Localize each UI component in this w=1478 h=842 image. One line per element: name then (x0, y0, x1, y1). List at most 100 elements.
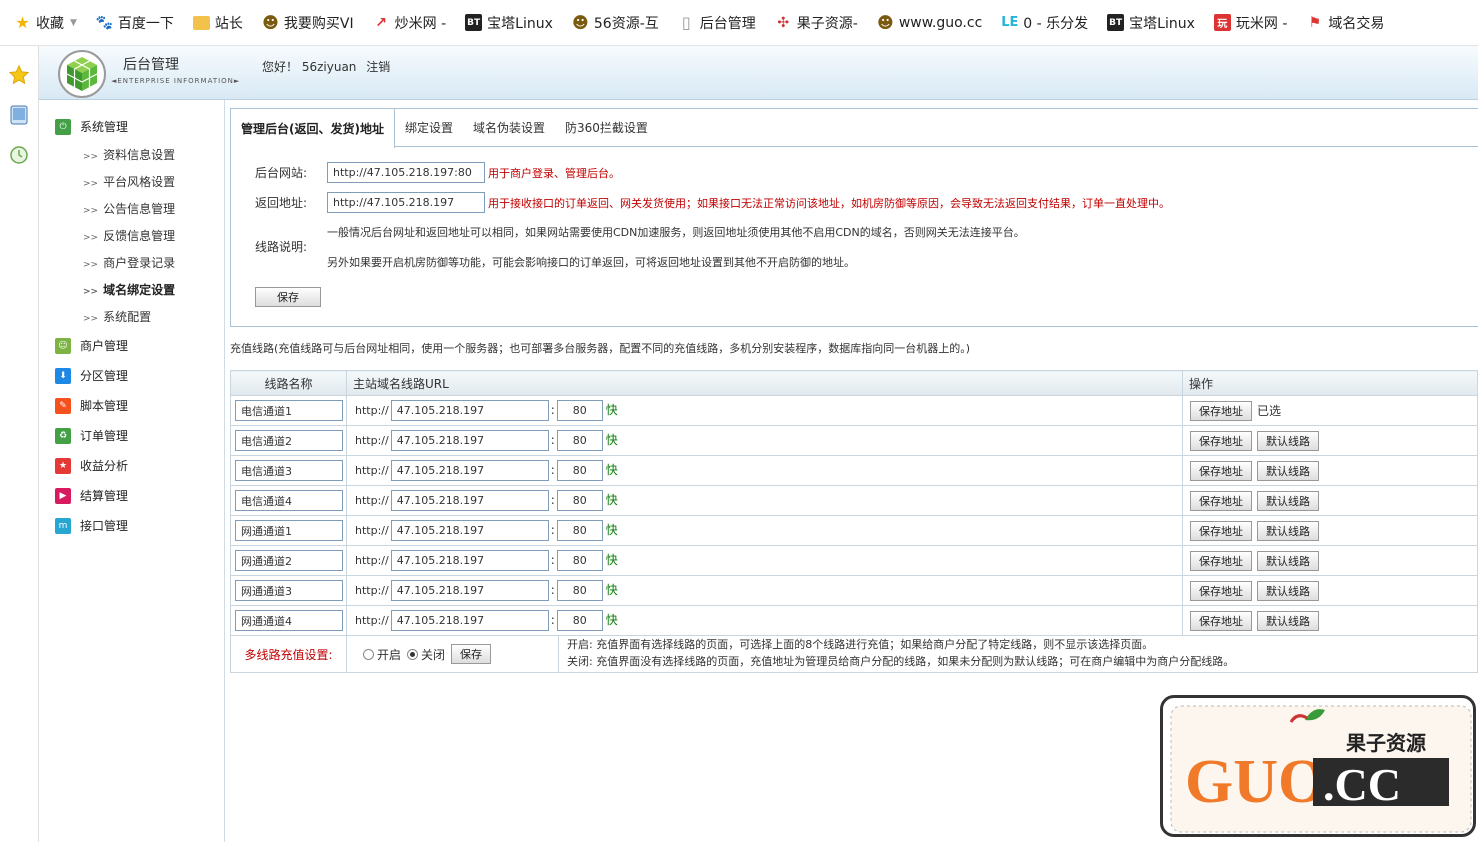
menu-group-item[interactable]: ⬇ 分区管理 (55, 367, 128, 384)
tab-binding[interactable]: 绑定设置 (395, 109, 463, 146)
line-note-2: 另外如果要开启机房防御等功能，可能会影响接口的订单返回，可将返回地址设置到其他不… (327, 256, 855, 269)
menu-group-icon: ✎ (55, 397, 71, 414)
line-name-input[interactable] (235, 460, 343, 481)
menu-group-item[interactable]: ✎ 脚本管理 (55, 397, 128, 414)
default-line-button[interactable]: 默认线路 (1257, 610, 1319, 631)
port-input[interactable] (556, 460, 603, 481)
menu-sub-item[interactable]: >> 平台风格设置 (83, 173, 175, 190)
bookmark-item[interactable]: ☻ 56资源-互 (572, 13, 659, 33)
port-input[interactable] (556, 580, 603, 601)
admin-site-input[interactable] (327, 162, 485, 183)
host-input[interactable] (390, 460, 549, 481)
wan-icon: 玩 (1213, 14, 1231, 31)
favorites-star-icon[interactable] (8, 64, 30, 86)
bookmark-item[interactable]: ⚑ 域名交易 (1306, 13, 1385, 33)
menu-sub-item[interactable]: >> 系统配置 (83, 308, 151, 325)
bookmark-item[interactable]: ↗ 炒米网 - (373, 13, 446, 33)
default-line-button[interactable]: 默认线路 (1257, 430, 1319, 451)
bookmark-item[interactable]: BT 宝塔Linux (1107, 13, 1195, 33)
menu-group-item[interactable]: ▶ 结算管理 (55, 487, 128, 504)
bookmark-item[interactable]: ★ 收藏 ▼ (14, 13, 77, 33)
line-url-cell: http://: 快 (346, 545, 1183, 576)
line-url-cell: http://: 快 (346, 455, 1183, 486)
admin-site-note: 用于商户登录、管理后台。 (488, 166, 620, 180)
bookmark-item[interactable]: ▯ 后台管理 (678, 13, 756, 33)
save-address-button[interactable]: 保存地址 (1190, 550, 1252, 571)
save-address-button[interactable]: 保存地址 (1190, 520, 1252, 541)
tab-anti-360[interactable]: 防360拦截设置 (555, 109, 658, 146)
bookmark-item[interactable]: ✣ 果子资源- (775, 13, 857, 33)
port-input[interactable] (556, 610, 603, 631)
menu-group-item[interactable]: ★ 收益分析 (55, 457, 128, 474)
line-name-input[interactable] (235, 610, 343, 631)
host-input[interactable] (390, 430, 549, 451)
face-icon: ☻ (876, 13, 894, 32)
speed-label: 快 (605, 523, 618, 537)
speed-label: 快 (605, 613, 618, 627)
bookmark-item[interactable]: 站长 (192, 13, 243, 33)
line-name-input[interactable] (235, 490, 343, 511)
save-address-button[interactable]: 保存地址 (1190, 400, 1252, 421)
multi-off-radio[interactable]: 关闭 (407, 646, 445, 663)
menu-group-item[interactable]: m 接口管理 (55, 517, 128, 534)
bookmarks-bar: ★ 收藏 ▼ 🐾 百度一下 站长 ☻ 我要购买VI ↗ 炒米网 - BT 宝塔Linux ☻ 56资源-互… (0, 0, 1478, 46)
default-line-button[interactable]: 默认线路 (1257, 520, 1319, 541)
tab-admin-address[interactable]: 管理后台(返回、发货)地址 (231, 109, 395, 148)
save-address-button[interactable]: 保存地址 (1190, 460, 1252, 481)
host-input[interactable] (390, 520, 549, 541)
menu-group-item[interactable]: ☺ 商户管理 (55, 337, 128, 354)
bookmark-item[interactable]: LE 0 - 乐分发 (1001, 13, 1088, 33)
menu-sub-label: 平台风格设置 (103, 175, 176, 189)
menu-sub-item[interactable]: >> 域名绑定设置 (83, 281, 175, 298)
default-line-button[interactable]: 默认线路 (1257, 580, 1319, 601)
menu-group-icon: ★ (55, 457, 71, 474)
bookmark-item[interactable]: 🐾 百度一下 (96, 13, 174, 33)
bookmark-item[interactable]: ☻ www.guo.cc (876, 13, 982, 32)
host-input[interactable] (390, 400, 549, 421)
default-line-button[interactable]: 默认线路 (1257, 490, 1319, 511)
port-input[interactable] (556, 400, 603, 421)
line-name-input[interactable] (235, 430, 343, 451)
save-address-button[interactable]: 保存地址 (1190, 580, 1252, 601)
table-row: http://: 快 保存地址默认线路 (230, 545, 1478, 576)
host-input[interactable] (390, 550, 549, 571)
menu-system[interactable]: ⏻ 系统管理 (55, 118, 128, 135)
tab-domain-disguise[interactable]: 域名伪装设置 (463, 109, 555, 146)
http-prefix: http:// (355, 404, 389, 417)
bookmark-item[interactable]: ☻ 我要购买VI (262, 13, 354, 33)
save-address-button[interactable]: 保存地址 (1190, 490, 1252, 511)
multi-save-button[interactable]: 保存 (451, 644, 492, 664)
host-input[interactable] (390, 610, 549, 631)
host-input[interactable] (390, 580, 549, 601)
menu-sub-item[interactable]: >> 反馈信息管理 (83, 227, 175, 244)
bookmark-item[interactable]: 玩玩米网 - (1213, 13, 1287, 33)
save-address-button[interactable]: 保存地址 (1190, 610, 1252, 631)
default-line-button[interactable]: 默认线路 (1257, 460, 1319, 481)
line-name-input[interactable] (235, 400, 343, 421)
default-line-button[interactable]: 默认线路 (1257, 550, 1319, 571)
line-name-input[interactable] (235, 550, 343, 571)
host-input[interactable] (390, 490, 549, 511)
le-icon: LE (1001, 15, 1019, 30)
menu-sub-item[interactable]: >> 资料信息设置 (83, 146, 175, 163)
logout-link[interactable]: 注销 (366, 60, 390, 74)
line-name-input[interactable] (235, 520, 343, 541)
save-address-button[interactable]: 保存地址 (1190, 430, 1252, 451)
menu-group-item[interactable]: ♻ 订单管理 (55, 427, 128, 444)
chevron-down-icon[interactable]: ▼ (70, 18, 77, 28)
bookmark-item[interactable]: BT 宝塔Linux (465, 13, 553, 33)
menu-sub-item[interactable]: >> 商户登录记录 (83, 254, 175, 271)
tablet-icon[interactable] (8, 104, 30, 126)
line-url-cell: http://: 快 (346, 425, 1183, 456)
history-clock-icon[interactable] (8, 144, 30, 166)
menu-sub-item[interactable]: >> 公告信息管理 (83, 200, 175, 217)
port-input[interactable] (556, 430, 603, 451)
port-input[interactable] (556, 550, 603, 571)
multi-on-radio[interactable]: 开启 (363, 646, 401, 663)
port-input[interactable] (556, 490, 603, 511)
save-address-button[interactable]: 保存 (255, 287, 321, 307)
menu-group-label: 脚本管理 (80, 399, 129, 413)
return-address-input[interactable] (327, 192, 485, 213)
port-input[interactable] (556, 520, 603, 541)
line-name-input[interactable] (235, 580, 343, 601)
